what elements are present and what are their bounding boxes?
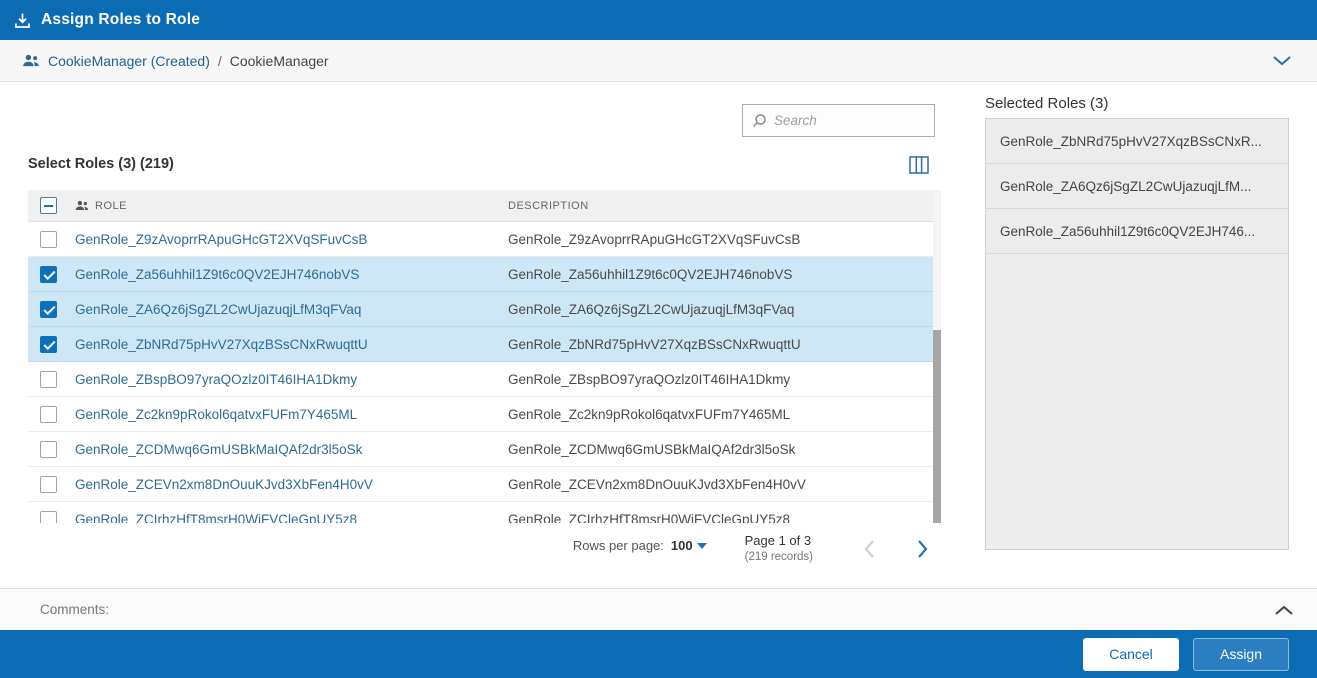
selected-roles-list: GenRole_ZbNRd75pHvV27XqzBSsCNxR...GenRol… bbox=[985, 118, 1289, 550]
breadcrumb-separator: / bbox=[218, 53, 222, 69]
columns-icon bbox=[909, 156, 929, 174]
description-cell: GenRole_ZBspBO97yraQOzlz0IT46IHA1Dkmy bbox=[500, 372, 941, 387]
description-cell: GenRole_ZCEVn2xm8DnOuuKJvd3XbFen4H0vV bbox=[500, 477, 941, 492]
role-cell: GenRole_ZCIrhzHfT8msrH0WiFVCleGpUY5z8 bbox=[68, 512, 500, 524]
description-cell: GenRole_Za56uhhil1Z9t6c0QV2EJH746nobVS bbox=[500, 267, 941, 282]
page-info: Page 1 of 3 (219 records) bbox=[745, 532, 813, 565]
breadcrumb-current: CookieManager bbox=[230, 53, 329, 69]
row-checkbox[interactable] bbox=[40, 441, 57, 458]
description-cell: GenRole_Zc2kn9pRokol6qatvxFUFm7Y465ML bbox=[500, 407, 941, 422]
row-checkbox[interactable] bbox=[40, 336, 57, 353]
people-icon bbox=[22, 54, 40, 67]
chevron-left-icon bbox=[863, 539, 876, 559]
row-checkbox[interactable] bbox=[40, 511, 57, 524]
breadcrumb-expand-button[interactable] bbox=[1269, 52, 1295, 70]
row-checkbox[interactable] bbox=[40, 476, 57, 493]
rows-per-page-control[interactable]: Rows per page: 100 bbox=[573, 538, 707, 553]
description-cell: GenRole_ZCIrhzHfT8msrH0WiFVCleGpUY5z8 bbox=[500, 512, 941, 524]
caret-down-icon bbox=[697, 543, 707, 549]
row-checkbox[interactable] bbox=[40, 231, 57, 248]
table-row[interactable]: GenRole_ZCIrhzHfT8msrH0WiFVCleGpUY5z8 Ge… bbox=[28, 502, 941, 523]
role-header-icon bbox=[75, 200, 89, 211]
rows-per-page-value: 100 bbox=[671, 538, 693, 553]
page-title: Assign Roles to Role bbox=[41, 11, 200, 29]
table-row[interactable]: GenRole_ZA6Qz6jSgZL2CwUjazuqjLfM3qFVaq G… bbox=[28, 292, 941, 327]
column-picker-button[interactable] bbox=[905, 152, 933, 178]
description-cell: GenRole_ZbNRd75pHvV27XqzBSsCNxRwuqttU bbox=[500, 337, 941, 352]
table-row[interactable]: GenRole_ZCEVn2xm8DnOuuKJvd3XbFen4H0vV Ge… bbox=[28, 467, 941, 502]
role-cell: GenRole_ZCDMwq6GmUSBkMaIQAf2dr3l5oSk bbox=[68, 442, 500, 457]
breadcrumb-app-link[interactable]: CookieManager (Created) bbox=[48, 53, 210, 69]
comments-collapse-button[interactable] bbox=[1271, 601, 1297, 619]
footer-bar: Cancel Assign bbox=[0, 630, 1317, 678]
table-scrollbar[interactable] bbox=[933, 190, 941, 523]
roles-table: ROLE DESCRIPTION GenRole_Z9zAvoprrRApuGH… bbox=[28, 190, 941, 523]
role-cell: GenRole_Zc2kn9pRokol6qatvxFUFm7Y465ML bbox=[68, 407, 500, 422]
scrollbar-thumb[interactable] bbox=[933, 330, 941, 523]
chevron-up-icon bbox=[1275, 605, 1293, 615]
table-header-row: ROLE DESCRIPTION bbox=[28, 190, 941, 222]
assign-button[interactable]: Assign bbox=[1193, 638, 1289, 671]
row-checkbox[interactable] bbox=[40, 266, 57, 283]
description-cell: GenRole_ZA6Qz6jSgZL2CwUjazuqjLfM3qFVaq bbox=[500, 302, 941, 317]
table-row[interactable]: GenRole_ZCDMwq6GmUSBkMaIQAf2dr3l5oSk Gen… bbox=[28, 432, 941, 467]
table-row[interactable]: GenRole_Za56uhhil1Z9t6c0QV2EJH746nobVS G… bbox=[28, 257, 941, 292]
table-row[interactable]: GenRole_ZBspBO97yraQOzlz0IT46IHA1Dkmy Ge… bbox=[28, 362, 941, 397]
chevron-down-icon bbox=[1273, 56, 1291, 66]
previous-page-button[interactable] bbox=[859, 535, 880, 563]
select-roles-heading: Select Roles (3) (219) bbox=[28, 156, 174, 172]
cancel-button[interactable]: Cancel bbox=[1083, 638, 1179, 671]
table-row[interactable]: GenRole_Zc2kn9pRokol6qatvxFUFm7Y465ML Ge… bbox=[28, 397, 941, 432]
comments-bar: Comments: bbox=[0, 588, 1317, 630]
pagination: Rows per page: 100 Page 1 of 3 (219 reco… bbox=[28, 532, 941, 565]
description-cell: GenRole_Z9zAvoprrRApuGHcGT2XVqSFuvCsB bbox=[500, 232, 941, 247]
row-checkbox[interactable] bbox=[40, 406, 57, 423]
search-input[interactable] bbox=[774, 113, 925, 128]
select-all-checkbox[interactable] bbox=[40, 197, 57, 214]
page-label: Page 1 of 3 bbox=[745, 532, 813, 550]
row-checkbox[interactable] bbox=[40, 301, 57, 318]
description-cell: GenRole_ZCDMwq6GmUSBkMaIQAf2dr3l5oSk bbox=[500, 442, 941, 457]
search-icon bbox=[752, 113, 767, 128]
main-content: Select Roles (3) (219) ROLE bbox=[0, 82, 1317, 588]
comments-label: Comments: bbox=[40, 602, 109, 617]
role-table-body: GenRole_Z9zAvoprrRApuGHcGT2XVqSFuvCsB Ge… bbox=[28, 222, 941, 523]
selected-role-item: GenRole_ZbNRd75pHvV27XqzBSsCNxR... bbox=[986, 119, 1288, 164]
role-cell: GenRole_ZA6Qz6jSgZL2CwUjazuqjLfM3qFVaq bbox=[68, 302, 500, 317]
rows-per-page-label: Rows per page: bbox=[573, 538, 664, 553]
row-checkbox[interactable] bbox=[40, 371, 57, 388]
role-cell: GenRole_ZBspBO97yraQOzlz0IT46IHA1Dkmy bbox=[68, 372, 500, 387]
assign-icon bbox=[14, 12, 31, 29]
records-label: (219 records) bbox=[745, 550, 813, 566]
role-column-header[interactable]: ROLE bbox=[95, 200, 127, 212]
table-row[interactable]: GenRole_ZbNRd75pHvV27XqzBSsCNxRwuqttU Ge… bbox=[28, 327, 941, 362]
role-cell: GenRole_ZCEVn2xm8DnOuuKJvd3XbFen4H0vV bbox=[68, 477, 500, 492]
description-column-header[interactable]: DESCRIPTION bbox=[508, 200, 589, 212]
table-row[interactable]: GenRole_Z9zAvoprrRApuGHcGT2XVqSFuvCsB Ge… bbox=[28, 222, 941, 257]
selected-role-item: GenRole_ZA6Qz6jSgZL2CwUjazuqjLfM... bbox=[986, 164, 1288, 209]
next-page-button[interactable] bbox=[912, 535, 933, 563]
role-cell: GenRole_Za56uhhil1Z9t6c0QV2EJH746nobVS bbox=[68, 267, 500, 282]
selected-role-item: GenRole_Za56uhhil1Z9t6c0QV2EJH746... bbox=[986, 209, 1288, 254]
role-cell: GenRole_ZbNRd75pHvV27XqzBSsCNxRwuqttU bbox=[68, 337, 500, 352]
role-cell: GenRole_Z9zAvoprrRApuGHcGT2XVqSFuvCsB bbox=[68, 232, 500, 247]
selected-roles-heading: Selected Roles (3) bbox=[985, 95, 1108, 112]
chevron-right-icon bbox=[916, 539, 929, 559]
breadcrumb: CookieManager (Created) / CookieManager bbox=[0, 40, 1317, 82]
app-header: Assign Roles to Role bbox=[0, 0, 1317, 40]
search-box bbox=[742, 104, 935, 137]
